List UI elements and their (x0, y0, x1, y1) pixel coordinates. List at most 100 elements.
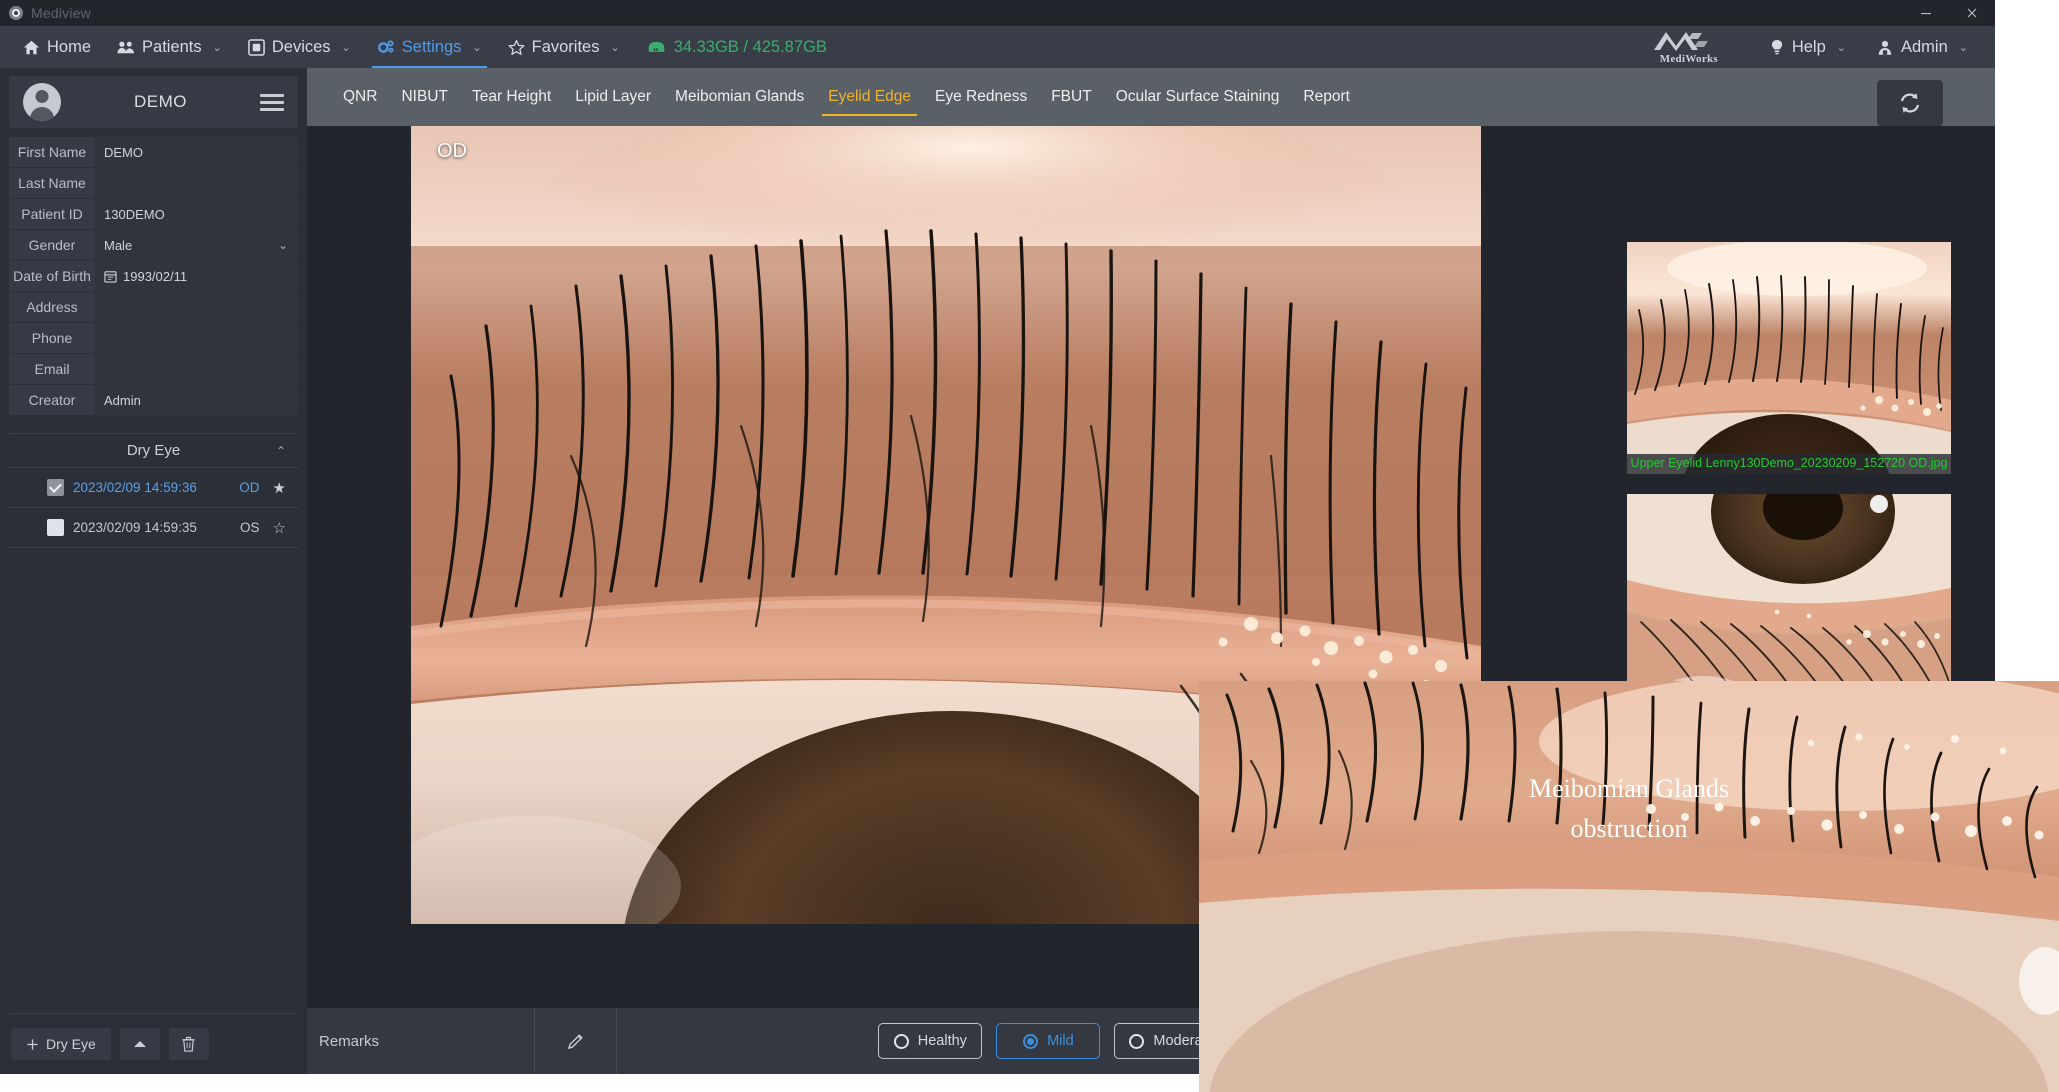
exam-tab-bar: QNR NIBUT Tear Height Lipid Layer Meibom… (307, 68, 1995, 126)
brand-name: MediWorks (1659, 52, 1718, 65)
radio-icon (893, 1033, 909, 1049)
nav-right-group: MediWorks Help ⌄ Admin ⌄ (1652, 26, 1995, 68)
minimize-button[interactable] (1903, 0, 1949, 26)
tab-label: Meibomian Glands (675, 88, 805, 105)
refresh-button[interactable] (1877, 80, 1943, 126)
field-date-of-birth: Date of Birth 1993/02/11 (9, 261, 298, 291)
field-label: Phone (9, 323, 95, 353)
nav-item-patients[interactable]: Patients ⌄ (104, 26, 235, 68)
nav-label-help: Help (1791, 37, 1826, 56)
tab-eye-redness[interactable]: Eye Redness (923, 68, 1039, 126)
gender-select[interactable]: Male ⌄ (95, 230, 298, 260)
thumbnail-upper-eyelid[interactable]: Upper Eyelid Lenny130Demo_20230209_15272… (1627, 242, 1951, 474)
tab-fbut[interactable]: FBUT (1039, 68, 1103, 126)
patient-id-input[interactable]: 130DEMO (95, 199, 298, 229)
tab-report[interactable]: Report (1291, 68, 1362, 126)
nav-item-admin[interactable]: Admin ⌄ (1863, 38, 1981, 57)
field-label: Creator (9, 385, 95, 415)
star-icon (508, 39, 525, 55)
app-title: Mediview (31, 5, 91, 21)
chevron-down-icon: ⌄ (1958, 41, 1968, 54)
field-phone: Phone (9, 323, 298, 353)
chevron-down-icon: ⌄ (1836, 41, 1846, 54)
remarks-field[interactable]: Remarks (307, 1008, 535, 1074)
field-value: DEMO (104, 144, 143, 160)
refresh-icon (1900, 93, 1920, 113)
exam-timestamp: 2023/02/09 14:59:35 (73, 520, 197, 535)
nav-item-help[interactable]: Help ⌄ (1756, 38, 1859, 57)
upper-eyelid-thumbnail-image (1627, 242, 1951, 474)
tab-qnr[interactable]: QNR (331, 68, 389, 126)
hamburger-icon[interactable] (260, 93, 284, 111)
nav-label-home: Home (47, 37, 92, 56)
field-value: 130DEMO (104, 206, 165, 222)
title-bar: Mediview (0, 0, 1995, 26)
export-button[interactable] (119, 1028, 160, 1060)
field-first-name: First Name DEMO (9, 137, 298, 167)
exam-list-item[interactable]: 2023/02/09 14:59:36 OD ★ (9, 468, 298, 508)
phone-input[interactable] (95, 323, 298, 353)
email-input[interactable] (95, 354, 298, 384)
overlay-caption: Meibomian Glands obstruction (1199, 769, 2059, 850)
grade-option-healthy[interactable]: Healthy (878, 1023, 983, 1059)
nav-item-settings[interactable]: Settings ⌄ (364, 26, 495, 68)
favorite-star-icon[interactable]: ☆ (273, 519, 286, 537)
date-of-birth-input[interactable]: 1993/02/11 (95, 261, 298, 291)
tab-nibut[interactable]: NIBUT (389, 68, 460, 126)
exam-list-item[interactable]: 2023/02/09 14:59:35 OS ☆ (9, 508, 298, 548)
tab-label: Ocular Surface Staining (1115, 88, 1280, 105)
nav-label-admin: Admin (1901, 37, 1948, 56)
mediworks-mark-icon (1653, 31, 1708, 51)
field-value: Male (104, 237, 133, 253)
nav-item-home[interactable]: Home (10, 26, 104, 68)
exam-checkbox[interactable] (47, 479, 64, 496)
user-badge-icon (1878, 40, 1892, 55)
tab-eyelid-edge[interactable]: Eyelid Edge (816, 68, 923, 126)
radio-icon (1129, 1033, 1145, 1049)
exam-checkbox[interactable] (47, 519, 64, 536)
field-label: Email (9, 354, 95, 384)
tab-label: NIBUT (401, 88, 448, 105)
exam-timestamp: 2023/02/09 14:59:36 (73, 480, 197, 495)
exam-eye-label: OS (240, 520, 260, 535)
storage-indicator: 34.33GB / 425.87GB (633, 26, 841, 68)
tab-ocular-surface-staining[interactable]: Ocular Surface Staining (1104, 68, 1292, 126)
tab-meibomian-glands[interactable]: Meibomian Glands (663, 68, 816, 126)
nav-item-devices[interactable]: Devices ⌄ (235, 26, 364, 68)
chevron-down-icon: ⌄ (212, 41, 222, 54)
nav-menu-group: Home Patients ⌄ Devices ⌄ Settings ⌄ Fav… (0, 26, 841, 68)
field-label: Patient ID (9, 199, 95, 229)
tab-label: Lipid Layer (575, 88, 652, 105)
overlay-caption-line2: obstruction (1570, 814, 1688, 844)
database-icon (648, 41, 664, 52)
delete-button[interactable] (168, 1028, 209, 1060)
window-controls (1903, 0, 1995, 26)
nav-item-favorites[interactable]: Favorites ⌄ (495, 26, 633, 68)
grade-option-mild[interactable]: Mild (996, 1023, 1101, 1059)
brand-logo: MediWorks (1652, 30, 1726, 65)
section-title: Dry Eye (126, 442, 181, 459)
lightbulb-icon (1771, 39, 1782, 54)
favorite-star-icon[interactable]: ★ (273, 479, 286, 497)
tab-tear-height[interactable]: Tear Height (460, 68, 563, 126)
chevron-down-icon: ⌄ (610, 41, 620, 54)
overlay-eyelid-image (1199, 681, 2059, 1092)
close-icon (1967, 8, 1977, 18)
address-input[interactable] (95, 292, 298, 322)
first-name-input[interactable]: DEMO (95, 137, 298, 167)
last-name-input[interactable] (95, 168, 298, 198)
remarks-edit-button[interactable] (535, 1008, 617, 1074)
thumbnail-caption: Upper Eyelid Lenny130Demo_20230209_15272… (1627, 454, 1951, 474)
meibomian-overlay-popup[interactable]: Meibomian Glands obstruction (1199, 681, 2059, 1092)
add-dry-eye-button[interactable]: Dry Eye (11, 1028, 111, 1060)
tab-label: Eye Redness (935, 88, 1028, 105)
exam-list: 2023/02/09 14:59:36 OD ★ 2023/02/09 14:5… (9, 467, 298, 548)
tab-lipid-layer[interactable]: Lipid Layer (563, 68, 663, 126)
chevron-down-icon: ⌄ (472, 41, 482, 54)
tab-label: Report (1303, 88, 1350, 105)
close-button[interactable] (1949, 0, 1995, 26)
nav-label-devices: Devices (271, 37, 331, 56)
patient-name: DEMO (134, 92, 187, 111)
chevron-down-icon: ⌄ (341, 41, 351, 54)
dry-eye-section-header[interactable]: Dry Eye ⌃ (9, 433, 298, 467)
